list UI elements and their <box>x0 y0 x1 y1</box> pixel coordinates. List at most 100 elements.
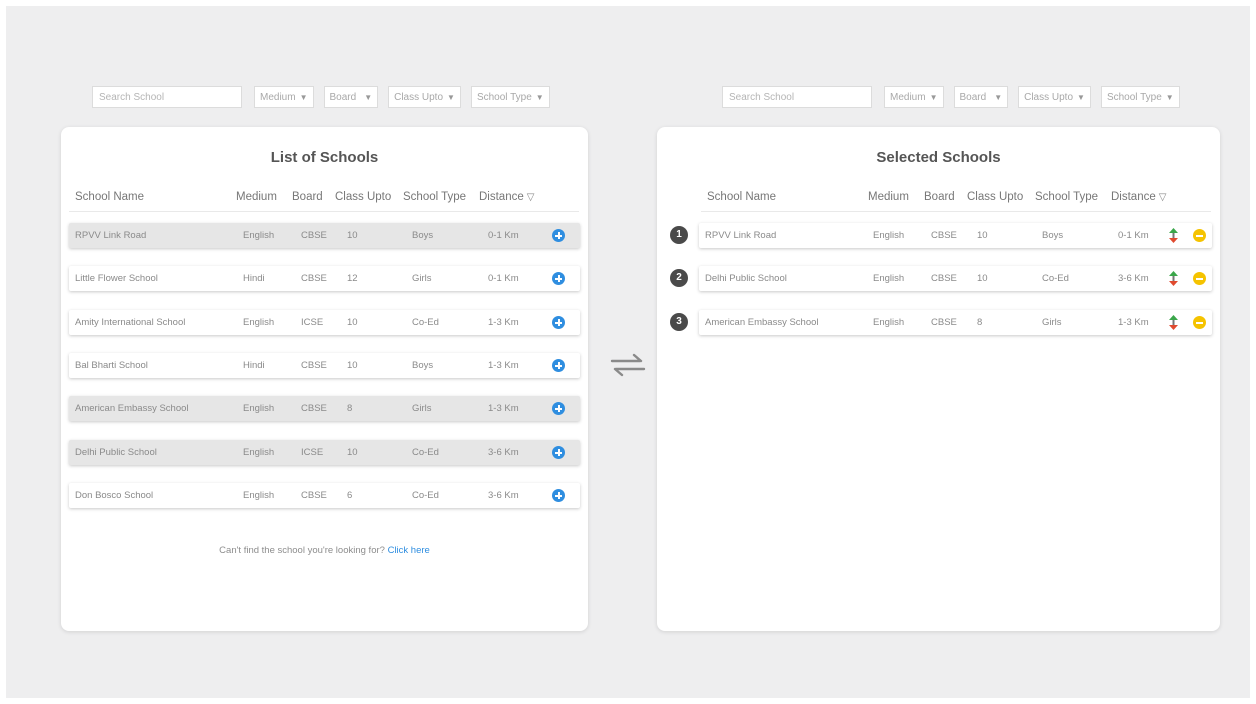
school-name-cell: Amity International School <box>75 317 186 328</box>
school-list-row[interactable]: Delhi Public School English ICSE 10 Co-Ed 3-6… <box>69 440 580 465</box>
dropdown-label: Medium <box>260 91 296 103</box>
medium-cell: English <box>243 230 275 241</box>
minus-circle-icon[interactable] <box>1193 316 1206 329</box>
school-type-cell: Girls <box>412 273 432 284</box>
right-medium-dropdown[interactable]: Medium ▼ <box>884 86 944 108</box>
column-header-board[interactable]: Board <box>924 191 955 203</box>
header-divider <box>701 211 1211 212</box>
left-board-dropdown[interactable]: Board ▼ <box>323 86 379 108</box>
school-list-row[interactable]: Don Bosco School English CBSE 6 Co-Ed 3-6 Km <box>69 483 580 508</box>
board-cell: CBSE <box>301 403 327 414</box>
column-header-class-upto[interactable]: Class Upto <box>335 191 391 203</box>
column-header-school-name[interactable]: School Name <box>75 191 144 203</box>
plus-circle-icon[interactable] <box>552 229 565 242</box>
selected-schools-panel: Selected Schools School Name Medium Boar… <box>657 127 1220 631</box>
column-header-school-name[interactable]: School Name <box>707 191 776 203</box>
school-name-cell: American Embassy School <box>705 317 819 328</box>
school-list-row[interactable]: RPVV Link Road English CBSE 10 Boys 0-1 Km <box>69 223 580 248</box>
minus-circle-icon[interactable] <box>1193 229 1206 242</box>
school-type-cell: Boys <box>412 360 434 371</box>
school-list-row[interactable]: Bal Bharti School Hindi CBSE 10 Boys 1-3 Km <box>69 353 580 378</box>
right-school-type-dropdown[interactable]: School Type ▼ <box>1100 86 1180 108</box>
plus-circle-icon[interactable] <box>552 402 565 415</box>
school-list-row[interactable]: Little Flower School Hindi CBSE 12 Girls 0-1 … <box>69 266 580 291</box>
class-upto-cell: 8 <box>977 317 983 328</box>
distance-cell: 1-3 Km <box>488 317 519 328</box>
school-type-cell: Co-Ed <box>412 490 439 501</box>
right-class-dropdown[interactable]: Class Upto ▼ <box>1018 86 1091 108</box>
panel-title: Selected Schools <box>876 149 1001 166</box>
dropdown-label: Board <box>329 91 357 103</box>
medium-cell: Hindi <box>243 273 265 284</box>
header-divider <box>69 211 579 212</box>
medium-cell: English <box>873 273 905 284</box>
up-down-arrow-icon[interactable] <box>1169 315 1178 330</box>
up-down-arrow-icon[interactable] <box>1169 271 1178 286</box>
column-header-medium[interactable]: Medium <box>868 191 909 203</box>
school-list-row[interactable]: American Embassy School English CBSE 8 Girls… <box>69 396 580 421</box>
caret-down-icon: ▼ <box>447 92 455 102</box>
board-cell: CBSE <box>301 360 327 371</box>
right-search-input[interactable] <box>722 86 872 108</box>
plus-circle-icon[interactable] <box>552 359 565 372</box>
class-upto-cell: 8 <box>347 403 353 414</box>
school-name-cell: Bal Bharti School <box>75 360 148 371</box>
class-upto-cell: 12 <box>347 273 358 284</box>
column-header-school-type[interactable]: School Type <box>403 191 466 203</box>
distance-cell: 0-1 Km <box>488 230 519 241</box>
board-cell: CBSE <box>301 273 327 284</box>
dropdown-label: School Type <box>476 91 532 103</box>
caret-down-icon: ▼ <box>929 92 938 102</box>
school-list-row[interactable]: Amity International School English ICSE 10 C… <box>69 310 580 335</box>
column-header-distance[interactable]: Distance ▽ <box>479 191 534 203</box>
distance-cell: 3-6 Km <box>488 490 519 501</box>
class-upto-cell: 10 <box>347 317 358 328</box>
selected-school-row[interactable]: Delhi Public School English CBSE 10 Co-Ed 3-6… <box>699 266 1212 291</box>
school-name-cell: RPVV Link Road <box>75 230 147 241</box>
plus-circle-icon[interactable] <box>552 446 565 459</box>
school-list-panel: List of Schools School Name Medium Board… <box>61 127 588 631</box>
left-class-dropdown[interactable]: Class Upto ▼ <box>388 86 461 108</box>
caret-down-icon: ▼ <box>299 92 308 102</box>
school-type-cell: Boys <box>412 230 434 241</box>
column-header-board[interactable]: Board <box>292 191 323 203</box>
column-header-distance[interactable]: Distance ▽ <box>1111 191 1166 203</box>
school-name-cell: Don Bosco School <box>75 490 154 501</box>
class-upto-cell: 6 <box>347 490 353 501</box>
distance-label: Distance <box>1111 191 1156 203</box>
sort-down-icon[interactable]: ▽ <box>1159 192 1167 203</box>
board-cell: CBSE <box>301 230 327 241</box>
class-upto-cell: 10 <box>347 230 358 241</box>
dropdown-label: Medium <box>890 91 926 103</box>
up-down-arrow-icon[interactable] <box>1169 228 1178 243</box>
plus-circle-icon[interactable] <box>552 272 565 285</box>
plus-circle-icon[interactable] <box>552 316 565 329</box>
plus-circle-icon[interactable] <box>552 489 565 502</box>
school-name-cell: Little Flower School <box>75 273 158 284</box>
distance-cell: 1-3 Km <box>1118 317 1149 328</box>
dropdown-label: Class Upto <box>394 91 444 103</box>
right-board-dropdown[interactable]: Board ▼ <box>953 86 1009 108</box>
sort-down-icon[interactable]: ▽ <box>527 192 535 203</box>
column-header-class-upto[interactable]: Class Upto <box>967 191 1023 203</box>
left-school-type-dropdown[interactable]: School Type ▼ <box>470 86 550 108</box>
swap-arrows-icon[interactable] <box>610 352 646 378</box>
not-found-note: Can't find the school you're looking for… <box>61 545 588 556</box>
left-search-input[interactable] <box>92 86 242 108</box>
medium-cell: English <box>243 490 275 501</box>
left-medium-dropdown[interactable]: Medium ▼ <box>254 86 314 108</box>
selected-school-row[interactable]: RPVV Link Road English CBSE 10 Boys 0-1 Km <box>699 223 1212 248</box>
click-here-link[interactable]: Click here <box>388 545 430 556</box>
medium-cell: English <box>873 230 905 241</box>
board-cell: CBSE <box>301 490 327 501</box>
selected-school-row[interactable]: American Embassy School English CBSE 8 Girls… <box>699 310 1212 335</box>
medium-cell: English <box>243 317 275 328</box>
class-upto-cell: 10 <box>347 447 358 458</box>
column-header-medium[interactable]: Medium <box>236 191 277 203</box>
column-header-school-type[interactable]: School Type <box>1035 191 1098 203</box>
dropdown-label: Class Upto <box>1024 91 1074 103</box>
minus-circle-icon[interactable] <box>1193 272 1206 285</box>
right-filter-bar: Medium▼ Board▼ Class Upto▼ School Type▼ <box>722 86 1180 108</box>
caret-down-icon: ▼ <box>1165 92 1174 102</box>
school-name-cell: Delhi Public School <box>75 447 157 458</box>
